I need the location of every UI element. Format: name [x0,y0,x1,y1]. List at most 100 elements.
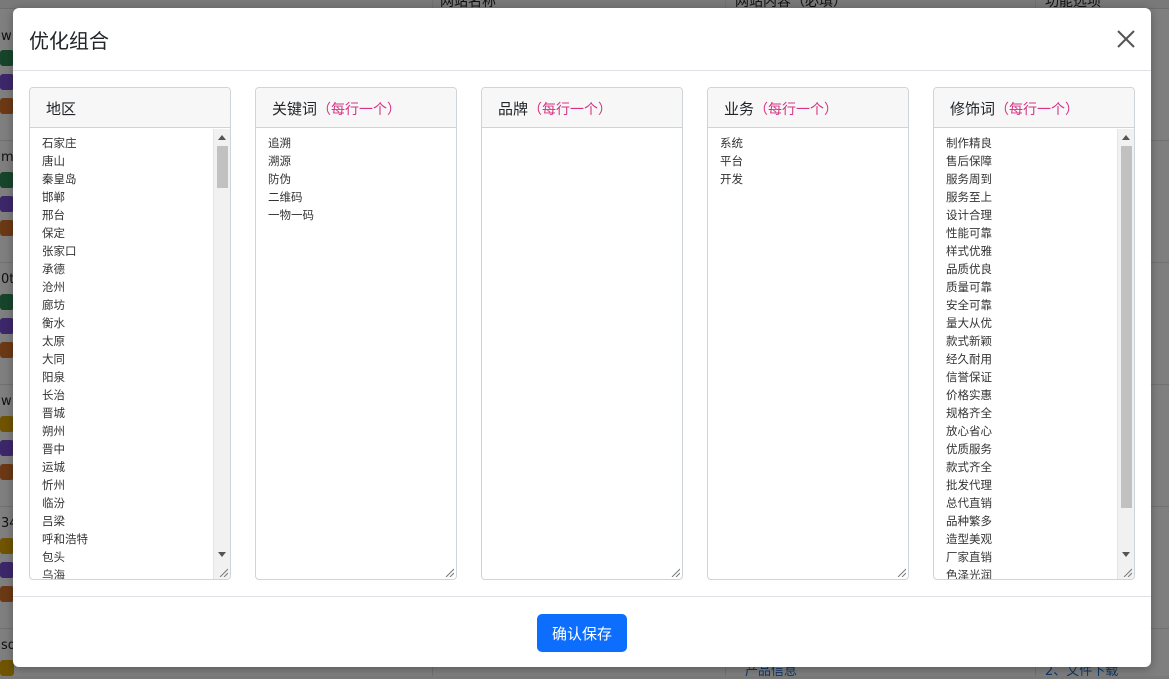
list-item: 乌海 [42,568,65,579]
list-item: 晋中 [42,442,65,456]
close-icon[interactable] [1115,28,1137,50]
list-item: 款式齐全 [946,460,992,474]
list-item: 忻州 [42,478,65,492]
list-item: 大同 [42,352,65,366]
list-item: 邢台 [42,208,65,222]
list-item: 总代直销 [946,496,992,510]
resize-handle-icon[interactable] [896,567,906,577]
scrollbar-thumb[interactable] [1121,146,1132,508]
resize-handle-icon[interactable] [670,567,680,577]
list-item: 运城 [42,460,65,474]
list-item: 色泽光润 [946,568,992,579]
list-item: 石家庄 [42,136,77,150]
list-item: 制作精良 [946,136,992,150]
list-item: 二维码 [268,190,303,204]
optimize-combination-modal: 优化组合 地区 石家庄唐山秦皇岛邯郸邢台保定张家口承德沧州廊坊衡水太原大同阳泉长… [13,8,1151,667]
list-item: 信誉保证 [946,370,992,384]
modal-title: 优化组合 [29,29,109,53]
panel-region: 地区 石家庄唐山秦皇岛邯郸邢台保定张家口承德沧州廊坊衡水太原大同阳泉长治晋城朔州… [29,87,231,580]
list-item: 优质服务 [946,442,992,456]
list-item: 一物一码 [268,208,314,222]
list-item: 追溯 [268,136,291,150]
list-item: 平台 [720,154,743,168]
list-item: 朔州 [42,424,65,438]
scrollbar[interactable] [213,129,230,579]
list-item: 品种繁多 [946,514,992,528]
list-item: 设计合理 [946,208,992,222]
list-item: 规格齐全 [946,406,992,420]
list-item: 放心省心 [946,424,992,438]
list-item: 邯郸 [42,190,65,204]
panel-header: 业务（每行一个） [708,88,908,128]
list-item: 长治 [42,388,65,402]
list-item: 品质优良 [946,262,992,276]
scrollbar[interactable] [1117,129,1134,579]
list-item: 批发代理 [946,478,992,492]
panel-title: 品牌 [498,100,529,118]
list-item: 临汾 [42,496,65,510]
panel-header: 品牌（每行一个） [482,88,682,128]
list-item: 性能可靠 [946,226,992,240]
panel-header: 修饰词（每行一个） [934,88,1134,128]
business-textarea[interactable]: 系统 平台 开发 [708,129,908,579]
list-item: 沧州 [42,280,65,294]
panel-hint: （每行一个） [995,102,1080,118]
region-textarea[interactable]: 石家庄唐山秦皇岛邯郸邢台保定张家口承德沧州廊坊衡水太原大同阳泉长治晋城朔州晋中运… [30,129,230,579]
scroll-down-icon[interactable] [1122,552,1130,557]
list-item: 晋城 [42,406,65,420]
list-item: 保定 [42,226,65,240]
panel-title: 修饰词 [950,100,996,118]
brand-textarea[interactable] [482,129,682,579]
list-item: 服务周到 [946,172,992,186]
panel-header: 地区 [30,88,230,128]
list-item: 张家口 [42,244,77,258]
panel-brand: 品牌（每行一个） [481,87,683,580]
list-item: 衡水 [42,316,65,330]
list-item: 经久耐用 [946,352,992,366]
list-item: 唐山 [42,154,65,168]
list-item: 售后保障 [946,154,992,168]
resize-handle-icon[interactable] [1122,567,1132,577]
panel-title: 关键词 [272,100,318,118]
panel-hint: （每行一个） [317,102,402,118]
resize-handle-icon[interactable] [444,567,454,577]
keywords-textarea[interactable]: 追溯溯源防伪二维码一物一码 [256,129,456,579]
list-item: 样式优雅 [946,244,992,258]
list-item: 服务至上 [946,190,992,204]
scroll-up-icon[interactable] [218,135,226,140]
list-item: 价格实惠 [946,388,992,402]
list-item: 太原 [42,334,65,348]
list-item: 安全可靠 [946,298,992,312]
panel-keywords: 关键词（每行一个） 追溯溯源防伪二维码一物一码 [255,87,457,580]
modal-header: 优化组合 [13,8,1151,71]
panel-title: 地区 [46,100,77,118]
modifiers-textarea[interactable]: 制作精良售后保障服务周到服务至上设计合理性能可靠样式优雅品质优良质量可靠安全可靠… [934,129,1134,579]
scrollbar-thumb[interactable] [217,146,228,188]
list-item: 防伪 [268,172,291,186]
list-item: 溯源 [268,154,291,168]
confirm-save-button[interactable]: 确认保存 [537,614,627,652]
scroll-down-icon[interactable] [218,552,226,557]
list-item: 厂家直销 [946,550,992,564]
list-item: 质量可靠 [946,280,992,294]
resize-handle-icon[interactable] [218,567,228,577]
modal-footer: 确认保存 [13,596,1151,668]
panel-hint: （每行一个） [754,102,839,118]
list-item: 开发 [720,172,743,186]
panel-modifiers: 修饰词（每行一个） 制作精良售后保障服务周到服务至上设计合理性能可靠样式优雅品质… [933,87,1135,580]
list-item: 量大从优 [946,316,992,330]
list-item: 吕梁 [42,514,65,528]
panel-header: 关键词（每行一个） [256,88,456,128]
list-item: 阳泉 [42,370,65,384]
list-item: 廊坊 [42,298,65,312]
list-item: 款式新颖 [946,334,992,348]
list-item: 承德 [42,262,65,276]
list-item: 呼和浩特 [42,532,88,546]
panels-row: 地区 石家庄唐山秦皇岛邯郸邢台保定张家口承德沧州廊坊衡水太原大同阳泉长治晋城朔州… [29,87,1135,581]
panel-business: 业务（每行一个） 系统 平台 开发 [707,87,909,580]
list-item: 包头 [42,550,65,564]
panel-title: 业务 [724,100,755,118]
scroll-up-icon[interactable] [1122,135,1130,140]
panel-hint: （每行一个） [528,102,613,118]
list-item: 秦皇岛 [42,172,77,186]
